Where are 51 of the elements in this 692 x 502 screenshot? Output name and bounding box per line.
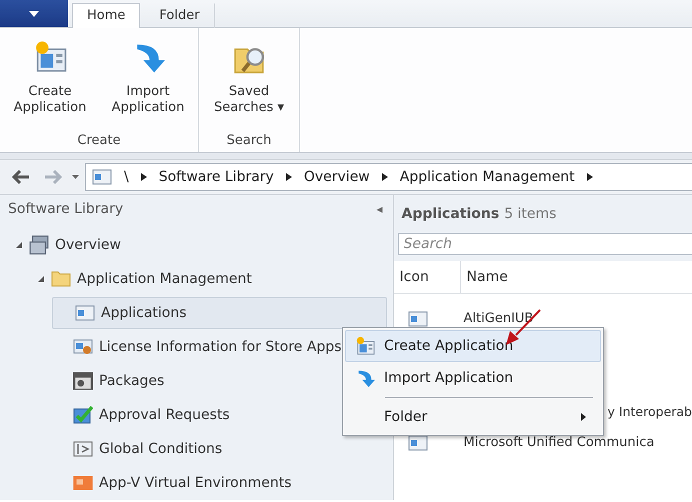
breadcrumb-item[interactable]: Application Management xyxy=(400,169,575,185)
folder-icon xyxy=(51,271,71,287)
ribbon-button[interactable]: Create Application xyxy=(2,34,98,130)
ribbon-button[interactable]: Import Application xyxy=(100,34,196,130)
application-star-icon xyxy=(355,336,375,356)
application-name: y Interoperab xyxy=(608,404,692,419)
group-label: Create xyxy=(76,132,122,150)
breadcrumb-arrow-icon xyxy=(382,173,388,181)
breadcrumb-arrow-icon xyxy=(286,173,292,181)
breadcrumb-item[interactable]: Software Library xyxy=(158,169,274,185)
expanded-triangle-icon[interactable] xyxy=(38,276,44,282)
dropdown-caret-icon[interactable] xyxy=(72,175,79,179)
submenu-item[interactable]: Folder xyxy=(345,401,601,433)
application-name: AltiGenIUB xyxy=(464,311,534,326)
tree-item[interactable]: App-V Virtual Environments xyxy=(0,467,387,499)
menu-item[interactable]: Create Application xyxy=(345,330,601,362)
tree-item[interactable]: Overview xyxy=(0,229,387,261)
window-badge-icon xyxy=(73,339,93,355)
application-window-icon xyxy=(75,305,95,321)
application-name: Microsoft Unified Communica xyxy=(464,435,654,450)
tree-item[interactable]: Global Conditions xyxy=(0,433,387,465)
application-window-icon xyxy=(92,169,112,185)
submenu-arrow-icon xyxy=(581,413,586,421)
ribbon-tab[interactable]: Home xyxy=(72,3,140,28)
breadcrumb-item[interactable]: Overview xyxy=(304,169,370,185)
caret-icon xyxy=(29,10,39,16)
window-icon xyxy=(73,476,93,490)
list-title: Applications xyxy=(402,206,500,222)
application-star-icon xyxy=(33,40,67,74)
tree-item[interactable]: Application Management xyxy=(0,263,387,295)
package-icon xyxy=(73,372,93,390)
breadcrumb-arrow-icon xyxy=(586,173,593,181)
bracket-icon xyxy=(73,441,93,457)
stacked-windows-icon xyxy=(29,235,49,255)
address-bar[interactable]: \ Software Library Overview Application Management xyxy=(85,163,692,191)
tree-item[interactable]: Applications xyxy=(52,297,387,329)
group-label: Search xyxy=(226,132,272,150)
menu-item[interactable]: Import Application xyxy=(345,362,601,394)
checkmark-icon xyxy=(73,406,93,424)
search-field[interactable]: Search xyxy=(398,233,692,255)
back-arrow-icon xyxy=(12,170,30,184)
breadcrumb-arrow-icon xyxy=(140,173,147,181)
pane-title: Software Library xyxy=(8,200,124,216)
collapse-button[interactable]: ◂ xyxy=(376,202,383,216)
ribbon-button[interactable]: Saved Searches ▾ xyxy=(201,34,297,130)
forward-arrow-icon xyxy=(44,170,62,184)
item-count: 5 items xyxy=(504,206,556,222)
column-header[interactable]: Name xyxy=(460,261,692,293)
column-header[interactable]: Icon xyxy=(394,261,461,293)
expanded-triangle-icon[interactable] xyxy=(16,242,22,248)
breadcrumb-root[interactable]: \ xyxy=(124,169,129,185)
